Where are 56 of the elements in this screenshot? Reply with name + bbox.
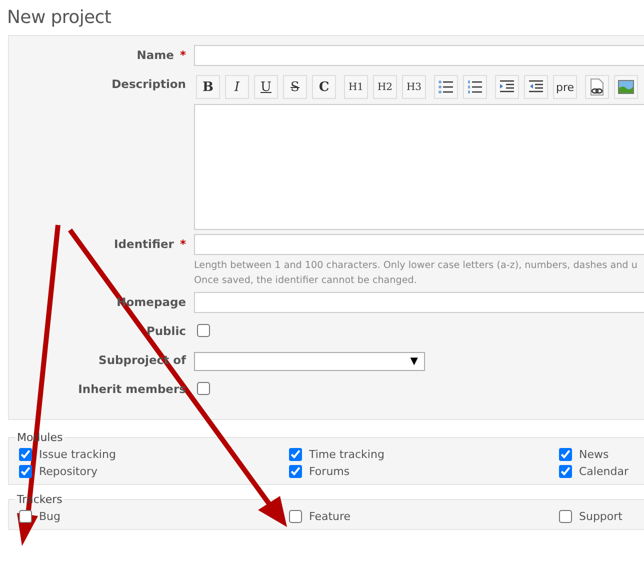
image-icon — [618, 80, 634, 94]
checkbox[interactable] — [197, 324, 210, 337]
checkbox-label: Repository — [39, 465, 98, 478]
checkbox[interactable] — [197, 382, 210, 395]
link-button[interactable] — [585, 75, 609, 99]
italic-button[interactable]: I — [225, 75, 249, 99]
required-asterisk: * — [180, 237, 186, 251]
image-button[interactable] — [614, 75, 638, 99]
code-button[interactable]: C — [312, 75, 336, 99]
heading-button[interactable]: H3 — [402, 75, 426, 99]
field-label: Description — [112, 77, 186, 91]
numbered-list-button[interactable] — [463, 75, 487, 99]
bold-button[interactable]: B — [196, 75, 220, 99]
strikethrough-button[interactable]: S — [283, 75, 307, 99]
bulleted-list-button[interactable] — [434, 75, 458, 99]
checkbox[interactable] — [289, 510, 302, 523]
heading-button[interactable]: H1 — [344, 75, 368, 99]
checkbox[interactable] — [559, 448, 572, 461]
checkbox[interactable] — [19, 510, 32, 523]
text-field[interactable] — [194, 234, 644, 255]
checkbox-label: Feature — [309, 510, 351, 523]
required-asterisk: * — [180, 48, 186, 62]
checkbox-label: Calendar — [579, 465, 628, 478]
numbered-list-icon — [467, 80, 483, 94]
checkbox[interactable] — [289, 465, 302, 478]
field-label: Identifier — [114, 237, 174, 251]
checkbox[interactable] — [19, 465, 32, 478]
select-field[interactable]: ▼ — [194, 352, 425, 371]
checkbox-label: Support — [579, 510, 622, 523]
bulleted-list-icon — [438, 80, 454, 94]
outdent-icon — [528, 80, 544, 94]
heading-button[interactable]: H2 — [373, 75, 397, 99]
page-title: New project — [6, 6, 112, 30]
text-field[interactable] — [194, 45, 644, 66]
field-label: Public — [146, 324, 186, 338]
checkbox[interactable] — [559, 510, 572, 523]
outdent-button[interactable] — [524, 75, 548, 99]
checkbox[interactable] — [19, 448, 32, 461]
checkbox-label: Time tracking — [309, 448, 384, 461]
help-text: Length between 1 and 100 characters. Only lower case letters (a-z), numbers, dashes and u — [194, 259, 638, 273]
field-label: Name — [136, 48, 174, 62]
indent-icon — [499, 80, 515, 94]
checkbox-label: News — [579, 448, 609, 461]
preformatted-button[interactable]: pre — [553, 75, 577, 99]
text-field[interactable] — [194, 292, 644, 313]
checkbox[interactable] — [289, 448, 302, 461]
checkbox[interactable] — [559, 465, 572, 478]
document-link-icon — [589, 78, 605, 96]
indent-button[interactable] — [495, 75, 519, 99]
underline-button[interactable]: U — [254, 75, 278, 99]
checkbox-label: Bug — [39, 510, 61, 523]
checkbox-label: Issue tracking — [39, 448, 116, 461]
description-field[interactable] — [194, 104, 644, 230]
caret-icon: ▼ — [410, 356, 418, 367]
checkbox-label: Forums — [309, 465, 350, 478]
help-text: Once saved, the identifier cannot be changed. — [194, 274, 418, 288]
